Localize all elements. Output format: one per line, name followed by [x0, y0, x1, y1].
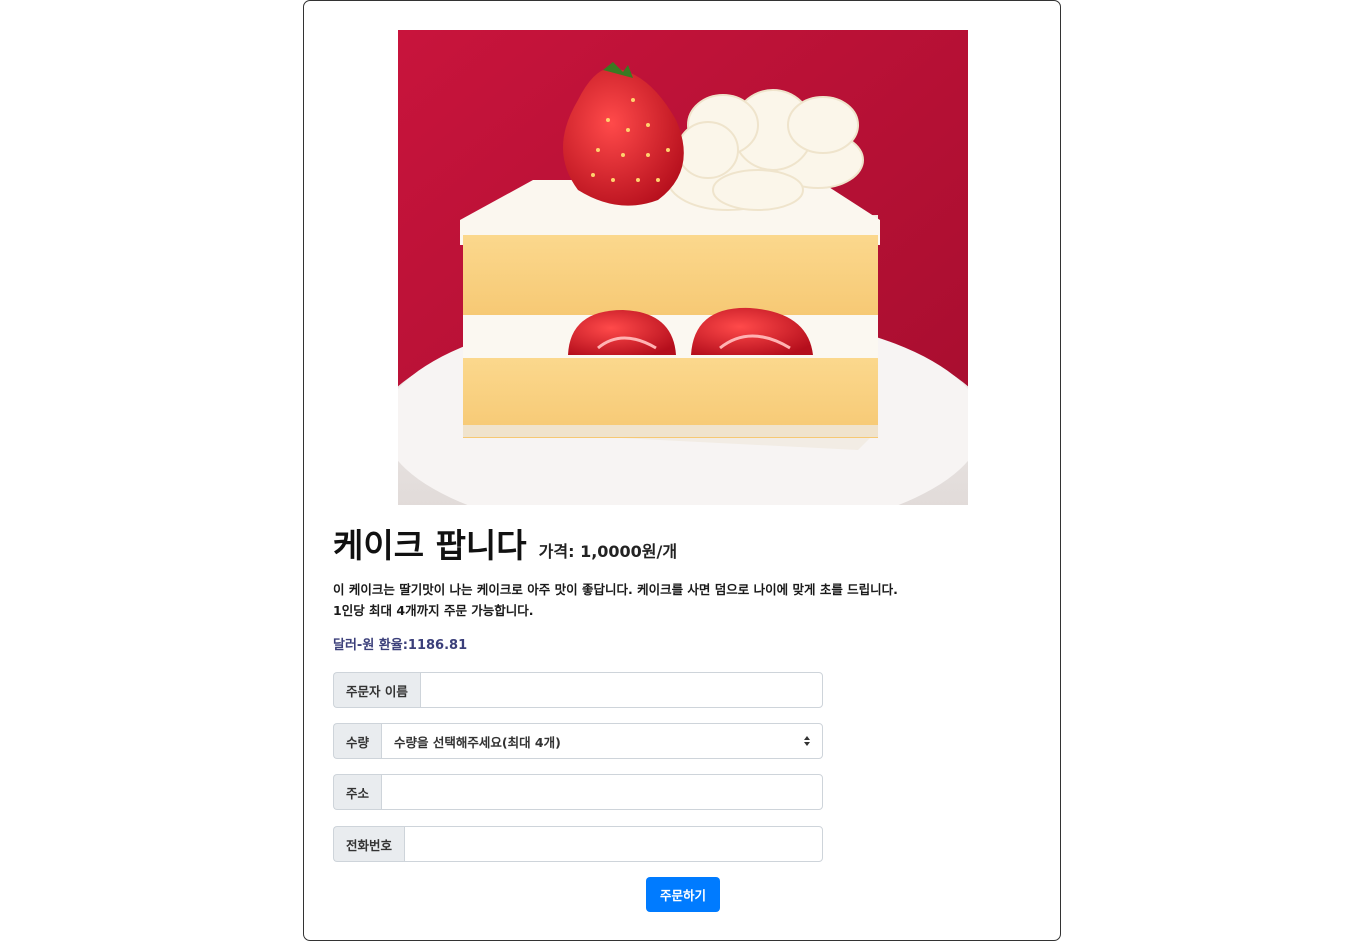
quantity-field-group: 수량 수량을 선택해주세요(최대 4개)	[333, 723, 823, 759]
description-line-1: 이 케이크는 딸기맛이 나는 케이크로 아주 맛이 좋답니다. 케이크를 사면 …	[333, 582, 898, 597]
price-label: 가격: 1,0000원/개	[538, 542, 678, 561]
order-button[interactable]: 주문하기	[646, 877, 720, 912]
cake-image	[398, 30, 968, 505]
phone-field-group: 전화번호	[333, 826, 823, 862]
address-field-group: 주소	[333, 774, 823, 810]
quantity-select[interactable]: 수량을 선택해주세요(최대 4개)	[381, 723, 823, 759]
name-label: 주문자 이름	[333, 672, 420, 708]
name-input[interactable]	[419, 672, 823, 708]
title-row: 케이크 팝니다 가격: 1,0000원/개	[333, 519, 677, 567]
product-card: 케이크 팝니다 가격: 1,0000원/개 이 케이크는 딸기맛이 나는 케이크…	[303, 0, 1061, 941]
address-label: 주소	[333, 774, 382, 810]
quantity-label: 수량	[333, 723, 382, 759]
quantity-selected-value: 수량을 선택해주세요(최대 4개)	[394, 734, 561, 750]
product-description: 이 케이크는 딸기맛이 나는 케이크로 아주 맛이 좋답니다. 케이크를 사면 …	[333, 579, 898, 621]
sort-caret-icon	[804, 736, 810, 746]
phone-label: 전화번호	[333, 826, 405, 862]
product-image	[398, 30, 968, 505]
phone-input[interactable]	[404, 826, 823, 862]
description-line-2: 1인당 최대 4개까지 주문 가능합니다.	[333, 603, 534, 618]
page-title: 케이크 팝니다	[333, 526, 527, 565]
exchange-rate: 달러-원 환율:1186.81	[333, 638, 468, 653]
name-field-group: 주문자 이름	[333, 672, 823, 708]
address-input[interactable]	[381, 774, 823, 810]
